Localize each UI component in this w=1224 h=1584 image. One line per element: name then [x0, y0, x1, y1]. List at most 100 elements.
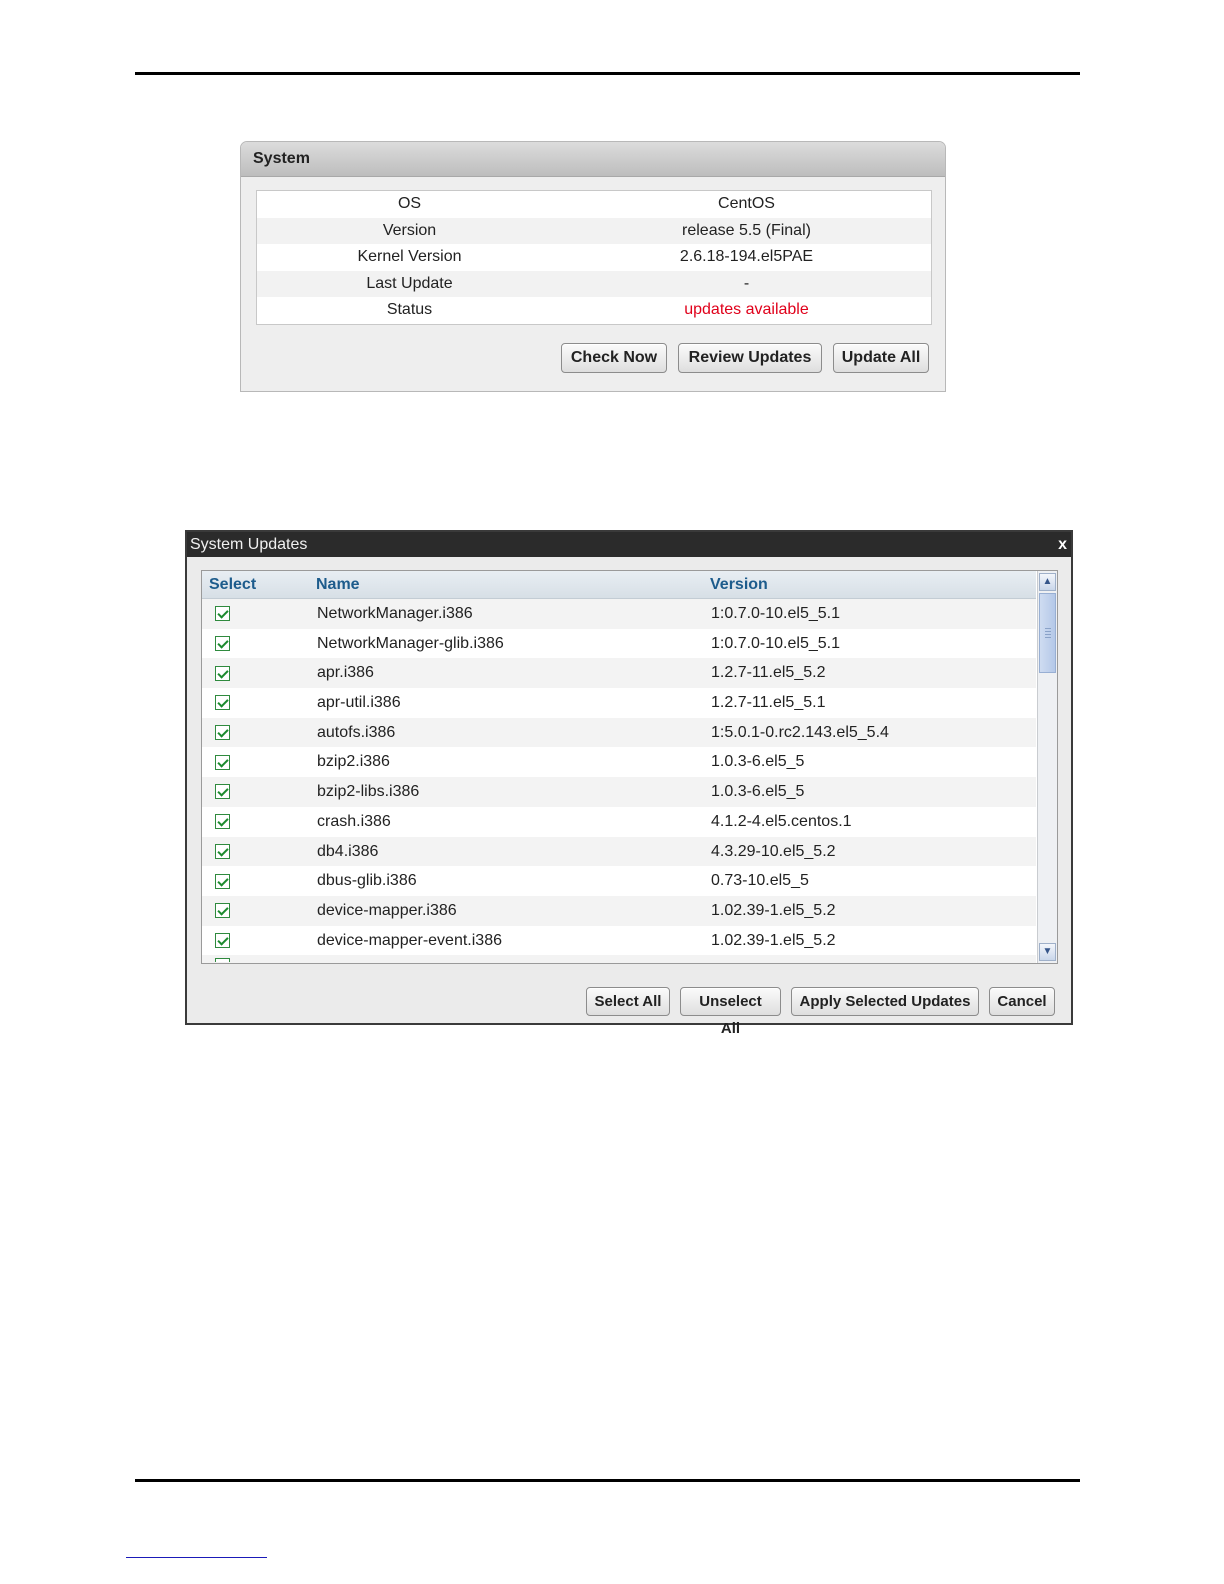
system-panel-buttons: Check Now Review Updates Update All	[561, 343, 929, 373]
table-row[interactable]: NetworkManager.i386 1:0.7.0-10.el5_5.1	[202, 599, 1036, 629]
package-name: NetworkManager-glib.i386	[317, 634, 504, 652]
checkbox-icon[interactable]	[215, 606, 230, 622]
row-label: Version	[382, 221, 437, 239]
package-name: crash.i386	[317, 812, 391, 830]
table-row[interactable]: NetworkManager-glib.i386 1:0.7.0-10.el5_5…	[202, 629, 1036, 659]
row-checkbox-cell	[202, 837, 316, 867]
close-icon[interactable]: x	[1058, 532, 1067, 557]
table-row[interactable]: bzip2.i386 1.0.3-6.el5_5	[202, 747, 1036, 777]
package-version: 1:0.7.0-10.el5_5.1	[711, 605, 840, 622]
package-version: 1.0.3-6.el5_5	[711, 783, 805, 801]
package-name: device-mapper-event.i386	[317, 931, 502, 949]
scroll-down-arrow-icon[interactable]: ▼	[1039, 943, 1056, 961]
row-value: release 5.5 (Final)	[682, 221, 811, 239]
scrollbar-thumb[interactable]	[1039, 593, 1056, 673]
row-checkbox-cell	[202, 629, 316, 659]
package-name: bzip2-libs.i386	[317, 783, 420, 801]
table-row[interactable]: bzip2-libs.i386 1.0.3-6.el5_5	[202, 777, 1036, 807]
checkbox-icon[interactable]	[215, 754, 230, 770]
grid-header: Select Name Version	[202, 571, 1036, 599]
review-updates-button[interactable]: Review Updates	[678, 343, 822, 373]
header-rule	[135, 72, 1080, 75]
row-checkbox-cell	[202, 926, 316, 956]
checkbox-icon[interactable]	[215, 958, 230, 963]
package-version: 4.1.2-4.el5.centos.1	[711, 812, 852, 830]
package-version: 1:5.0.1-0.rc2.143.el5_5.4	[711, 723, 889, 741]
package-name: autofs.i386	[317, 723, 396, 741]
system-row-os: OS CentOS	[257, 191, 931, 218]
package-version: 1.02.39-1.el5_5.2	[711, 931, 836, 949]
vertical-scrollbar[interactable]: ▲ ▼	[1037, 571, 1057, 963]
system-panel-title: System	[241, 142, 945, 177]
checkbox-icon[interactable]	[215, 695, 230, 711]
check-now-button[interactable]: Check Now	[561, 343, 667, 373]
package-name: NetworkManager.i386	[317, 605, 473, 622]
column-header-version[interactable]: Version	[710, 571, 1036, 598]
system-row-kernel-version: Kernel Version 2.6.18-194.el5PAE	[257, 244, 931, 271]
row-value: -	[743, 274, 750, 292]
row-label: Kernel Version	[357, 248, 462, 266]
apply-selected-updates-button[interactable]: Apply Selected Updates	[791, 987, 979, 1016]
row-label: Status	[386, 301, 433, 319]
row-checkbox-cell	[202, 718, 316, 748]
unselect-all-button[interactable]: Unselect All	[680, 987, 781, 1037]
checkbox-icon[interactable]	[215, 873, 230, 889]
checkbox-icon[interactable]	[215, 636, 230, 652]
table-row[interactable]: apr-util.i386 1.2.7-11.el5_5.1	[202, 688, 1036, 718]
footer-rule	[135, 1479, 1080, 1482]
table-row[interactable]: device-mapper.i386 1.02.39-1.el5_5.2	[202, 895, 1036, 926]
column-header-select[interactable]: Select	[202, 571, 316, 598]
row-checkbox-cell	[202, 777, 316, 807]
grid-body: NetworkManager.i386 1:0.7.0-10.el5_5.1 Net…	[202, 599, 1036, 955]
table-row[interactable]: dbus-glib.i386 0.73-10.el5_5	[202, 866, 1036, 896]
checkbox-icon[interactable]	[215, 665, 230, 681]
row-value: CentOS	[718, 195, 775, 212]
package-name: apr.i386	[317, 664, 374, 682]
row-checkbox-cell	[202, 807, 316, 837]
row-checkbox-cell	[202, 688, 316, 718]
package-name: bzip2.i386	[317, 753, 390, 771]
package-version: 1.02.39-1.el5_5.2	[711, 901, 836, 919]
system-info-table: OS CentOS Version release 5.5 (Final) Ke…	[256, 190, 932, 325]
package-name: dbus-glib.i386	[317, 872, 417, 890]
scroll-up-arrow-icon[interactable]: ▲	[1039, 573, 1056, 591]
system-row-status: Status updates available	[257, 297, 931, 324]
row-checkbox-cell	[202, 955, 316, 963]
checkbox-icon[interactable]	[215, 814, 230, 830]
row-label: OS	[397, 195, 422, 212]
checkbox-icon[interactable]	[215, 725, 230, 741]
row-value: 2.6.18-194.el5PAE	[679, 248, 814, 266]
checkbox-icon[interactable]	[215, 932, 230, 948]
package-version: 1.2.7-11.el5_5.1	[711, 694, 826, 712]
table-row[interactable]: apr.i386 1.2.7-11.el5_5.2	[202, 658, 1036, 689]
row-checkbox-cell	[202, 747, 316, 777]
row-label: Last Update	[366, 274, 453, 292]
select-all-button[interactable]: Select All	[586, 987, 670, 1016]
package-name: device-mapper.i386	[317, 901, 457, 919]
table-row[interactable]: db4.i386 4.3.29-10.el5_5.2	[202, 836, 1036, 867]
table-row[interactable]: crash.i386 4.1.2-4.el5.centos.1	[202, 807, 1036, 837]
row-checkbox-cell	[202, 658, 316, 688]
system-updates-dialog: System Updates x Select Name Version Net…	[185, 530, 1073, 1037]
dialog-title: System Updates	[190, 536, 308, 553]
package-name: db4.i386	[317, 842, 379, 860]
table-row[interactable]: device-mapper-event.i386 1.02.39-1.el5_5.…	[202, 926, 1036, 956]
checkbox-icon[interactable]	[215, 843, 230, 859]
dialog-buttons: Select All Unselect All Apply Selected U…	[586, 987, 1055, 1037]
row-checkbox-cell	[202, 866, 316, 896]
table-row[interactable]: autofs.i386 1:5.0.1-0.rc2.143.el5_5.4	[202, 717, 1036, 748]
system-panel: System OS CentOS Version release 5.5 (Fi…	[240, 141, 946, 392]
package-version: 4.3.29-10.el5_5.2	[711, 842, 836, 860]
package-version: 0.73-10.el5_5	[711, 872, 809, 890]
checkbox-icon[interactable]	[215, 784, 230, 800]
cancel-button[interactable]: Cancel	[989, 987, 1055, 1016]
column-header-name[interactable]: Name	[316, 571, 710, 598]
status-value: updates available	[684, 301, 809, 319]
footer-link-underline	[126, 1557, 267, 1558]
package-name: apr-util.i386	[317, 694, 401, 712]
package-version: 1.2.7-11.el5_5.2	[711, 664, 826, 682]
update-all-button[interactable]: Update All	[833, 343, 929, 373]
checkbox-icon[interactable]	[215, 903, 230, 919]
package-version: 1:0.7.0-10.el5_5.1	[711, 634, 840, 652]
dialog-title-bar: System Updates x	[187, 532, 1071, 557]
